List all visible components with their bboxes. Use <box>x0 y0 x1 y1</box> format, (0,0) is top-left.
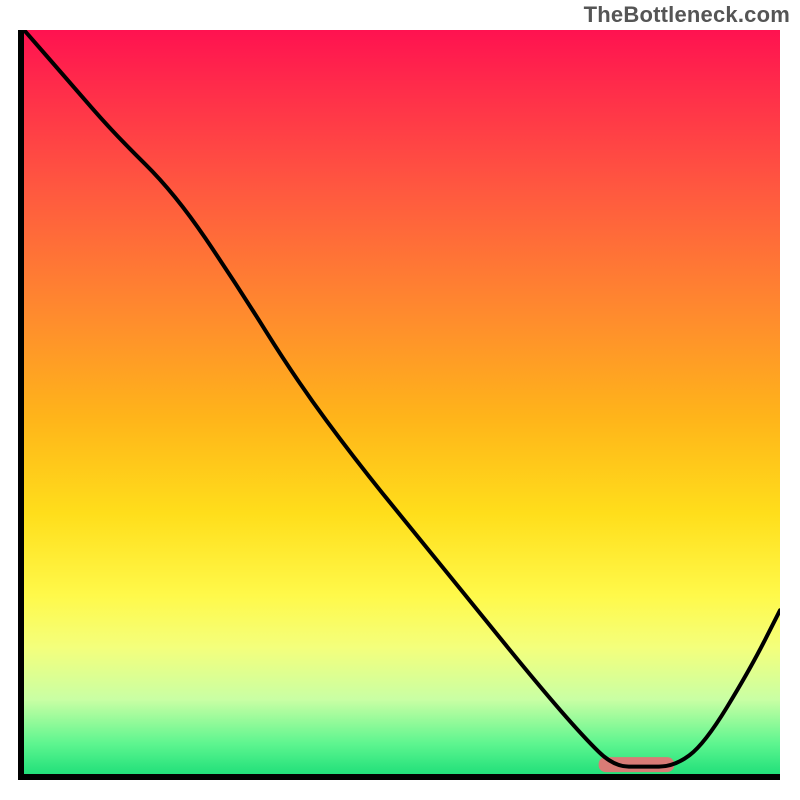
chart-wrapper: TheBottleneck.com <box>0 0 800 800</box>
chart-axes <box>18 30 780 780</box>
bottleneck-curve <box>24 30 780 767</box>
watermark-text: TheBottleneck.com <box>584 2 790 28</box>
chart-overlay <box>24 30 780 774</box>
